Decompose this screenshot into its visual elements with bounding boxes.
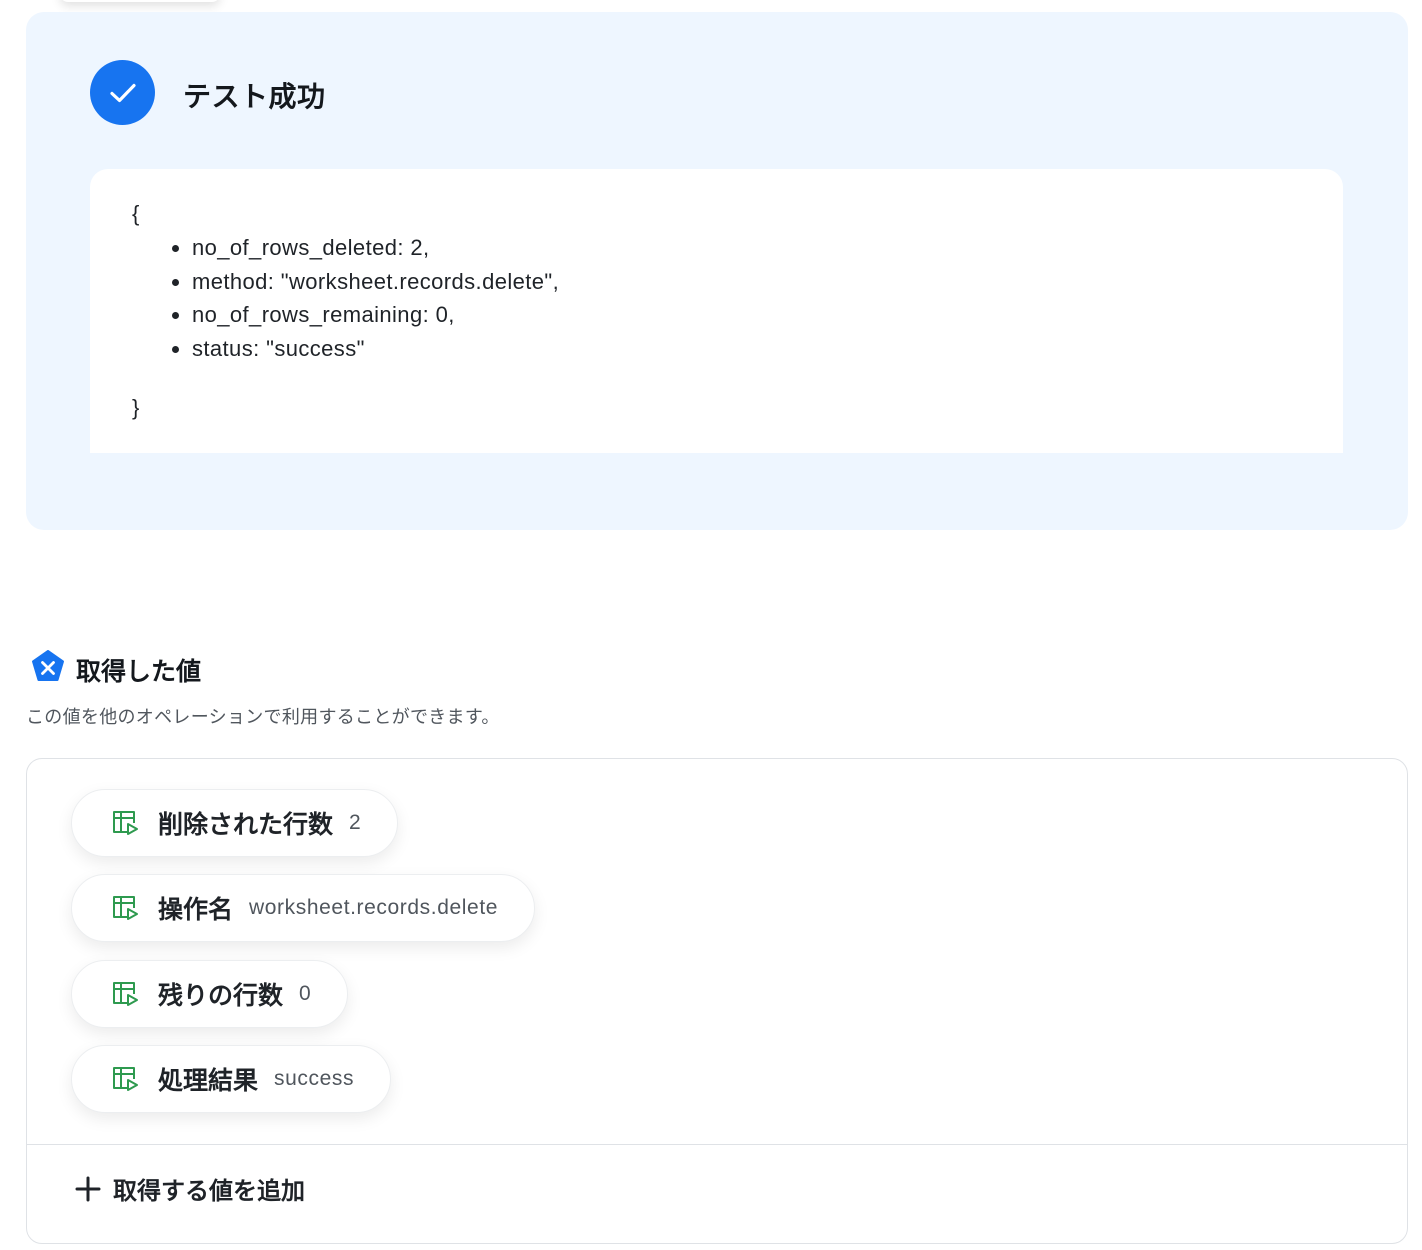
spreadsheet-icon [113,1067,138,1091]
value-pill-remaining-rows[interactable]: 残りの行数 0 [71,960,349,1028]
spreadsheet-icon [113,896,138,920]
divider [27,1144,1407,1145]
json-open-brace: { [132,201,140,226]
variable-x-icon [32,650,64,681]
json-output-box: { no_of_rows_deleted: 2, method: "worksh… [90,169,1343,453]
plus-icon [75,1176,101,1201]
value-label: 残りの行数 [158,982,284,1010]
value-text: success [274,1067,355,1090]
section-description: この値を他のオペレーションで利用することができます。 [26,707,500,727]
value-label: 削除された行数 [158,811,334,839]
value-pill-deleted-rows[interactable]: 削除された行数 2 [71,789,399,857]
add-value-label: 取得する値を追加 [113,1178,305,1205]
value-text: 0 [299,982,312,1005]
value-text: worksheet.records.delete [249,896,499,919]
json-field-list: no_of_rows_deleted: 2, method: "workshee… [148,231,559,365]
test-success-title: テスト成功 [183,81,326,112]
retrieved-values-card: 削除された行数 2 操作名 worksheet.records.delete 残… [26,758,1408,1244]
json-field: status: "success" [192,332,559,366]
add-value-button[interactable]: 取得する値を追加 [75,1171,305,1206]
section-title: 取得した値 [76,658,202,686]
spreadsheet-icon [113,811,138,835]
value-label: 操作名 [158,896,234,924]
value-text: 2 [349,811,362,834]
json-field: no_of_rows_deleted: 2, [192,231,559,265]
spreadsheet-icon [113,982,138,1006]
json-field: method: "worksheet.records.delete", [192,265,559,299]
value-label: 処理結果 [158,1067,259,1095]
previous-card-edge [60,0,220,2]
value-pill-operation-name[interactable]: 操作名 worksheet.records.delete [71,874,536,942]
check-icon [90,60,155,125]
json-field: no_of_rows_remaining: 0, [192,298,559,332]
value-pill-result[interactable]: 処理結果 success [71,1045,392,1113]
json-close-brace: } [132,395,140,420]
test-result-panel: テスト成功 { no_of_rows_deleted: 2, method: "… [26,12,1408,530]
